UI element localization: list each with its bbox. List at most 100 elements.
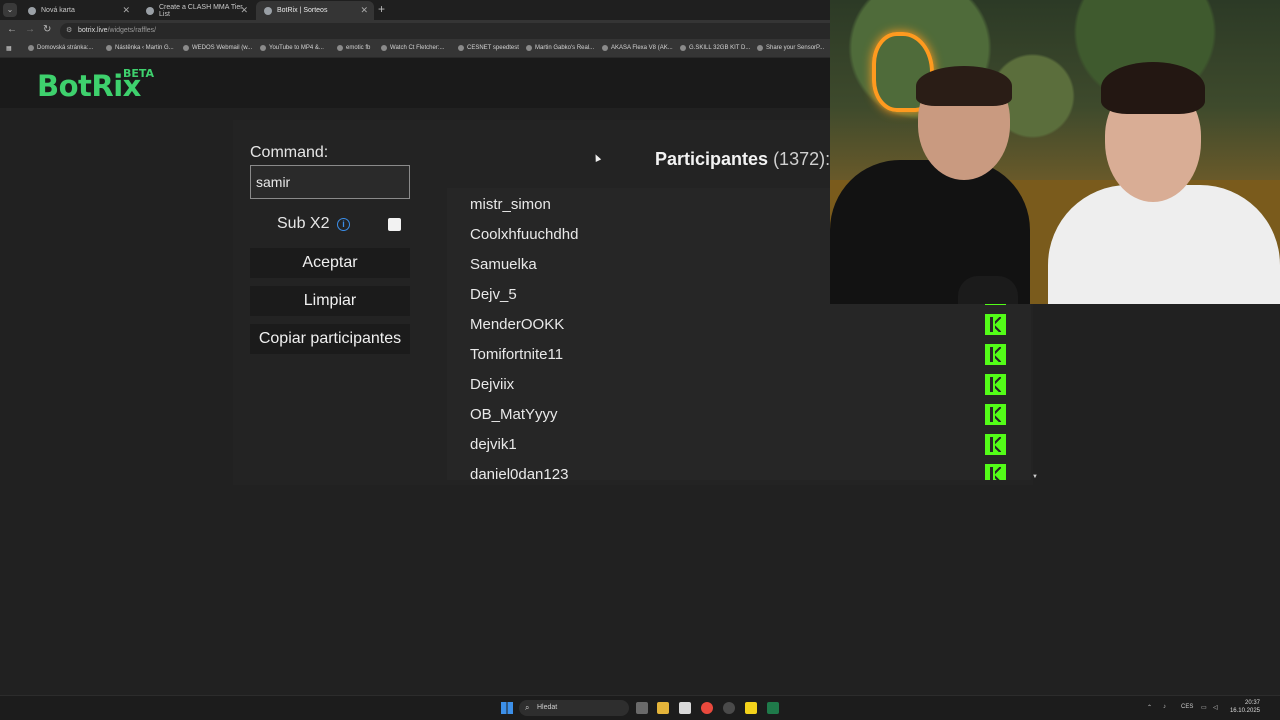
volume-icon[interactable]: ◁ xyxy=(1213,704,1218,711)
bookmark-favicon-icon xyxy=(381,45,387,51)
tab-clash-tier-list[interactable]: Create a CLASH MMA Tier List ✕ xyxy=(138,1,254,20)
list-item[interactable]: dejvik1 xyxy=(447,430,1031,460)
close-icon[interactable]: ✕ xyxy=(360,5,368,16)
participant-name: Coolxhfuuchdhd xyxy=(470,226,579,243)
participant-name: MenderOOKK xyxy=(470,316,565,333)
participant-name: Dejv_5 xyxy=(470,286,517,303)
chrome-icon[interactable] xyxy=(701,702,713,714)
tab-label: BotRix | Sorteos xyxy=(277,7,328,14)
webcam-overlay xyxy=(830,0,1280,304)
info-icon[interactable]: i xyxy=(337,218,350,231)
kick-icon xyxy=(985,344,1006,365)
store-icon[interactable] xyxy=(679,702,691,714)
close-icon[interactable]: ✕ xyxy=(122,5,130,16)
microphone xyxy=(958,276,1018,304)
bookmark-item[interactable]: Nástěnka ‹ Martin G... xyxy=(106,45,174,51)
participant-name: mistr_simon xyxy=(470,196,551,213)
copy-participants-button[interactable]: Copiar participantes xyxy=(250,324,410,354)
sub-x2-label: Sub X2 xyxy=(277,215,330,232)
sub-x2-checkbox[interactable] xyxy=(388,218,401,231)
bookmark-favicon-icon xyxy=(337,45,343,51)
accept-button[interactable]: Aceptar xyxy=(250,248,410,278)
streamer-left-hair xyxy=(916,66,1012,106)
windows-start-icon[interactable] xyxy=(501,702,513,714)
back-arrow-icon[interactable]: ← xyxy=(7,24,17,35)
tray-chevron-up-icon[interactable]: ⌃ xyxy=(1147,704,1152,711)
task-view-icon[interactable] xyxy=(636,702,648,714)
reload-icon[interactable]: ↻ xyxy=(43,24,51,35)
command-label: Command: xyxy=(250,144,329,161)
bookmark-item[interactable]: emotic fb xyxy=(337,45,370,51)
file-explorer-icon[interactable] xyxy=(657,702,669,714)
bookmark-favicon-icon xyxy=(183,45,189,51)
search-icon: ⌕ xyxy=(525,703,530,712)
bookmark-favicon-icon xyxy=(526,45,532,51)
kick-icon xyxy=(985,374,1006,395)
network-icon[interactable]: ▭ xyxy=(1201,704,1207,711)
microphone-icon[interactable]: ♪ xyxy=(1163,704,1166,710)
taskbar-search[interactable]: ⌕ Hledat xyxy=(519,700,629,716)
bookmark-favicon-icon xyxy=(260,45,266,51)
close-icon[interactable]: ✕ xyxy=(240,5,248,16)
bookmark-item[interactable]: CESNET speedtest xyxy=(458,45,519,51)
clock[interactable]: 20:37 16.10.2025 xyxy=(1226,699,1260,715)
excel-icon[interactable] xyxy=(767,702,779,714)
bookmark-item[interactable]: AKASA Flexa V8 (AK... xyxy=(602,45,673,51)
list-item[interactable]: daniel0dan123 xyxy=(447,460,1031,480)
tab-new-tab[interactable]: Nová karta ✕ xyxy=(20,1,136,20)
streamer-right-hair xyxy=(1101,62,1205,114)
participants-heading: Participantes (1372): xyxy=(655,149,830,170)
participants-count: (1372): xyxy=(773,149,831,169)
list-item[interactable]: OB_MatYyyy xyxy=(447,400,1031,430)
new-tab-plus-icon[interactable]: + xyxy=(378,2,385,16)
bookmark-item[interactable]: G.SKILL 32GB KIT D... xyxy=(680,45,750,51)
bookmark-favicon-icon xyxy=(680,45,686,51)
bookmark-item[interactable]: YouTube to MP4 &... xyxy=(260,45,324,51)
bookmark-favicon-icon xyxy=(602,45,608,51)
url-field[interactable]: ⚙ botrix.live/widgets/raffles/ xyxy=(60,23,840,39)
participant-name: dejvik1 xyxy=(470,436,517,453)
url-path: /widgets/raffles/ xyxy=(107,27,157,34)
kick-icon xyxy=(985,404,1006,425)
taskbar-search-placeholder: Hledat xyxy=(537,704,558,711)
participant-name: daniel0dan123 xyxy=(470,466,569,480)
site-info-icon[interactable]: ⚙ xyxy=(66,23,72,39)
kick-icon xyxy=(985,434,1006,455)
bookmark-item[interactable]: Watch Ct Fletcher:... xyxy=(381,45,444,51)
language-indicator[interactable]: CES xyxy=(1181,704,1193,710)
apps-grid-icon[interactable]: ▦ xyxy=(6,45,12,52)
bookmark-favicon-icon xyxy=(28,45,34,51)
forward-arrow-icon[interactable]: → xyxy=(25,24,35,35)
sticky-notes-icon[interactable] xyxy=(745,702,757,714)
participant-name: Tomifortnite11 xyxy=(470,346,564,363)
list-item[interactable]: MenderOOKK xyxy=(447,310,1031,340)
clock-time: 20:37 xyxy=(1244,700,1260,706)
tab-botrix-raffles[interactable]: BotRix | Sorteos ✕ xyxy=(256,1,374,20)
list-item[interactable]: Dejviix xyxy=(447,370,1031,400)
taskbar: ⌕ Hledat ⌃ ♪ CES ▭ ◁ 20:37 16.10.2025 xyxy=(0,695,1280,720)
clear-button[interactable]: Limpiar xyxy=(250,286,410,316)
globe-icon xyxy=(28,6,36,15)
bookmark-favicon-icon xyxy=(458,45,464,51)
page-icon xyxy=(146,6,154,15)
clock-date: 16.10.2025 xyxy=(1229,708,1260,714)
tab-label: Nová karta xyxy=(41,7,75,14)
command-input[interactable]: samir xyxy=(250,165,410,199)
participant-name: Samuelka xyxy=(470,256,537,273)
botrix-favicon-icon xyxy=(264,6,272,15)
participants-label: Participantes xyxy=(655,149,769,169)
bookmark-item[interactable]: Domovská stránka:... xyxy=(28,45,93,51)
participant-name: OB_MatYyyy xyxy=(470,406,558,423)
bookmark-item[interactable]: Share your SensorP... xyxy=(757,45,824,51)
beta-badge: BETA xyxy=(123,67,155,80)
bookmark-item[interactable]: Martin Gabko's Real... xyxy=(526,45,594,51)
bookmark-item[interactable]: WEDOS Webmail (w... xyxy=(183,45,252,51)
bookmark-favicon-icon xyxy=(106,45,112,51)
kick-icon xyxy=(985,314,1006,335)
url-host: botrix.live xyxy=(78,27,108,34)
tab-search-icon[interactable]: ⌄ xyxy=(3,3,17,17)
scroll-down-arrow-icon[interactable]: ▼ xyxy=(1032,474,1038,480)
kick-icon xyxy=(985,464,1006,480)
list-item[interactable]: Tomifortnite11 xyxy=(447,340,1031,370)
settings-icon[interactable] xyxy=(723,702,735,714)
